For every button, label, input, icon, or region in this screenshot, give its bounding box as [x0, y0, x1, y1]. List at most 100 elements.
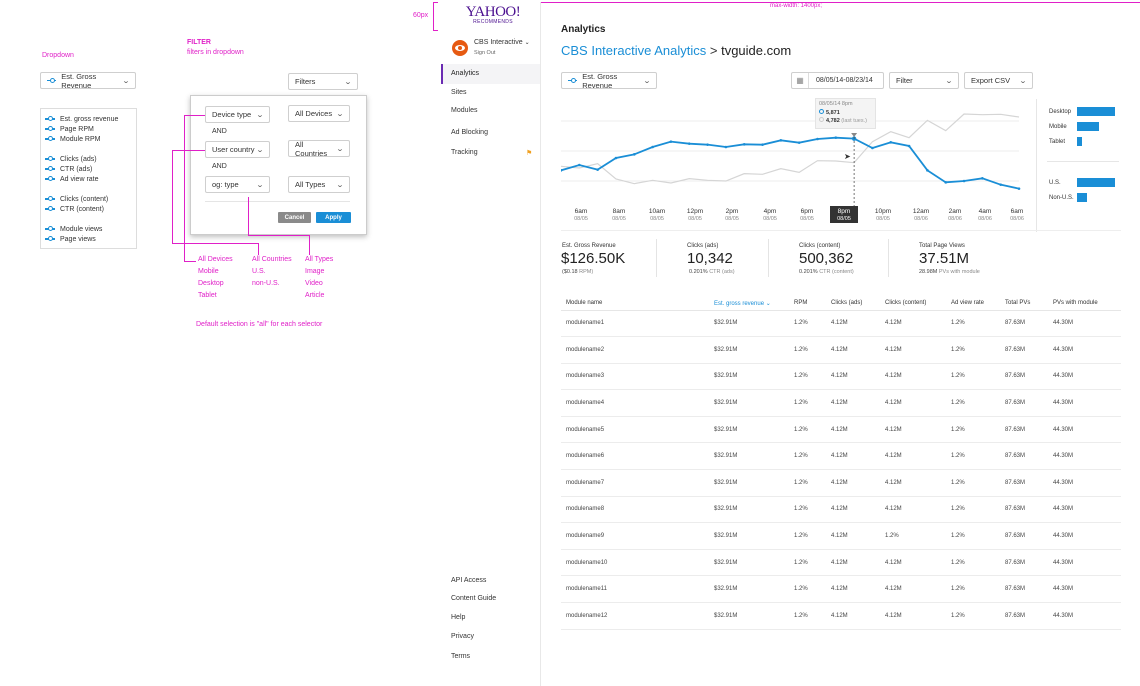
data-point[interactable] — [779, 139, 783, 142]
data-point[interactable] — [1017, 187, 1021, 190]
data-point[interactable] — [962, 179, 966, 183]
metric-select[interactable]: Est. Gross Revenue ⌄ — [561, 72, 657, 90]
filter-left-select[interactable]: og: type ⌄ — [205, 176, 270, 193]
kpi-label: Clicks (ads) — [687, 243, 719, 249]
data-point[interactable] — [907, 144, 911, 148]
column-header[interactable]: Module name — [561, 297, 714, 311]
data-point[interactable] — [669, 140, 673, 143]
table-cell: 4.12M — [885, 549, 951, 577]
table-row[interactable]: modulename12 $32.91M 1.2% 4.12M 4.12M 1.2% 87.… — [561, 602, 1121, 630]
data-point[interactable] — [816, 137, 819, 141]
list-item[interactable]: CTR (ads) — [45, 164, 132, 174]
data-point[interactable] — [926, 169, 929, 172]
filter-right-label: All Devices — [295, 109, 333, 118]
list-item[interactable]: Page views — [45, 234, 132, 244]
table-cell: 4.12M — [831, 363, 885, 391]
and-label: AND — [212, 163, 227, 170]
list-item[interactable]: Page RPM — [45, 124, 132, 134]
data-point[interactable] — [724, 145, 728, 149]
table-row[interactable]: modulename1 $32.91M 1.2% 4.12M 4.12M 1.2% 87.6… — [561, 310, 1121, 338]
data-point[interactable] — [706, 143, 709, 146]
table-row[interactable]: modulename7 $32.91M 1.2% 4.12M 4.12M 1.2% 87.6… — [561, 469, 1121, 497]
nav-item-analytics[interactable]: Analytics — [451, 70, 479, 77]
date-range-picker[interactable]: ▦ 08/05/14-08/23/14 — [791, 72, 884, 89]
module-table: Module name Est. gross revenue ⌄ RPM Clicks… — [561, 297, 1121, 630]
nav-item-tracking[interactable]: Tracking — [451, 149, 478, 156]
data-point[interactable] — [981, 177, 984, 180]
table-cell: 44.30M — [1053, 522, 1121, 550]
nav-item-modules[interactable]: Modules — [451, 107, 477, 114]
table-row[interactable]: modulename4 $32.91M 1.2% 4.12M 4.12M 1.2% 87.6… — [561, 389, 1121, 417]
table-row[interactable]: modulename11 $32.91M 1.2% 4.12M 4.12M 1.2% 87.… — [561, 575, 1121, 604]
table-row[interactable]: modulename5 $32.91M 1.2% 4.12M 4.12M 1.2% 87.6… — [561, 416, 1121, 444]
data-point[interactable] — [578, 163, 581, 167]
data-point[interactable] — [651, 145, 654, 149]
footer-link-content-guide[interactable]: Content Guide — [451, 595, 496, 602]
list-item[interactable]: Module views — [45, 224, 132, 234]
table-row[interactable]: modulename6 $32.91M 1.2% 4.12M 4.12M 1.2% 87.6… — [561, 442, 1121, 471]
data-point[interactable] — [761, 143, 764, 146]
table-row[interactable]: modulename8 $32.91M 1.2% 4.12M 4.12M 1.2% 87.6… — [561, 496, 1121, 524]
filter-right-select[interactable]: All Types ⌄ — [288, 176, 350, 193]
table-row[interactable]: modulename2 $32.91M 1.2% 4.12M 4.12M 1.2% 87.6… — [561, 336, 1121, 364]
list-item[interactable]: CTR (content) — [45, 204, 132, 214]
signout-link[interactable]: Sign Out — [474, 50, 495, 56]
filter-select[interactable]: Filter ⌄ — [889, 72, 959, 89]
breakdown-label: Desktop — [1049, 109, 1072, 115]
filter-left-select[interactable]: Device type ⌄ — [205, 106, 270, 123]
list-item[interactable]: Est. gross revenue — [45, 114, 132, 124]
list-item[interactable]: Clicks (content) — [45, 194, 132, 204]
data-point[interactable] — [889, 141, 893, 144]
data-point[interactable] — [687, 142, 691, 145]
column-header[interactable]: PVs with module — [1053, 297, 1121, 311]
column-header[interactable]: Est. gross revenue ⌄ — [714, 297, 794, 311]
column-header[interactable]: Total PVs — [1005, 297, 1053, 311]
filter-right-label: All Types — [295, 180, 326, 189]
account-switcher[interactable]: CBS Interactive ⌄ — [474, 39, 530, 46]
column-header[interactable]: RPM — [794, 297, 831, 311]
nav-item-ad-blocking[interactable]: Ad Blocking — [451, 129, 488, 136]
footer-link-help[interactable]: Help — [451, 614, 465, 621]
column-header[interactable]: Clicks (content) — [885, 297, 951, 311]
filter-left-label: User country — [212, 145, 255, 154]
data-point[interactable] — [944, 181, 948, 184]
table-row[interactable]: modulename3 $32.91M 1.2% 4.12M 4.12M 1.2% 87.6… — [561, 363, 1121, 391]
table-row[interactable]: modulename9 $32.91M 1.2% 4.12M 1.2% 1.2% 87.63… — [561, 522, 1121, 550]
footer-link-api[interactable]: API Access — [451, 577, 486, 584]
kpi-sub-value: 0.201% — [799, 269, 818, 275]
footer-link-privacy[interactable]: Privacy — [451, 633, 474, 640]
table-row[interactable]: modulename10 $32.91M 1.2% 4.12M 4.12M 1.2% 87.… — [561, 549, 1121, 577]
table-cell: 4.12M — [885, 363, 951, 391]
filters-button[interactable]: Filters ⌄ — [288, 73, 358, 90]
data-point[interactable] — [871, 146, 874, 150]
table-header-row: Module name Est. gross revenue ⌄ RPM Clicks… — [561, 297, 1121, 311]
cancel-button[interactable]: Cancel — [278, 212, 311, 223]
filter-note-title: FILTER — [187, 39, 211, 46]
filter-right-select[interactable]: All Devices ⌄ — [288, 105, 350, 122]
export-csv-select[interactable]: Export CSV ⌄ — [964, 72, 1033, 89]
data-point[interactable] — [596, 168, 599, 171]
data-point[interactable] — [742, 143, 746, 146]
table-cell: 1.2% — [794, 496, 831, 524]
list-item[interactable]: Module RPM — [45, 134, 132, 144]
data-point[interactable] — [999, 183, 1002, 186]
footer-link-terms[interactable]: Terms — [451, 653, 470, 660]
filter-right-select[interactable]: All Countries ⌄ — [288, 140, 350, 158]
kpi-sub-value: 0.201% — [689, 269, 708, 275]
filter-left-select[interactable]: User country ⌄ — [205, 141, 270, 158]
dropdown-demo-select[interactable]: Est. Gross Revenue ⌄ — [40, 72, 136, 90]
data-point[interactable] — [834, 136, 838, 139]
data-point[interactable] — [614, 156, 618, 160]
column-header[interactable]: Clicks (ads) — [831, 297, 885, 311]
apply-button[interactable]: Apply — [316, 212, 351, 223]
breadcrumb-link[interactable]: CBS Interactive Analytics — [561, 43, 706, 58]
nav-item-sites[interactable]: Sites — [451, 89, 467, 96]
table-cell: 4.12M — [885, 336, 951, 364]
list-item[interactable]: Clicks (ads) — [45, 154, 132, 164]
data-point[interactable] — [632, 153, 636, 156]
kpi-sub-value: 28.98M — [919, 269, 938, 275]
data-point[interactable] — [797, 141, 801, 144]
column-header[interactable]: Ad view rate — [951, 297, 1005, 311]
list-item[interactable]: Ad view rate — [45, 174, 132, 184]
type-options-note: All Types Image Video Article — [305, 254, 333, 302]
